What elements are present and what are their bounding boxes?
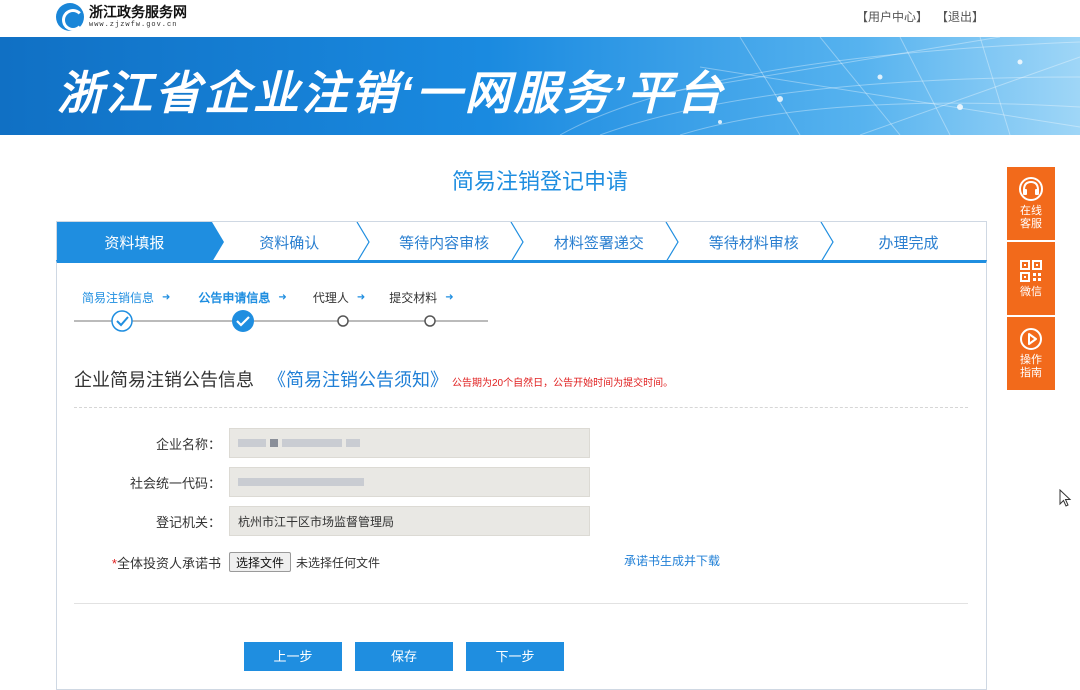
substep-label: 提交材料 (389, 291, 438, 305)
substep-item: 提交材料 ➜ (389, 289, 461, 306)
credit-code-label: 社会统一代码： (129, 475, 221, 491)
prev-button[interactable]: 上一步 (244, 642, 342, 671)
arrow-icon: ➜ (356, 292, 366, 303)
step-label: 等待材料审核 (708, 234, 799, 252)
step-label: 材料签署递交 (553, 234, 644, 252)
play-icon (1020, 328, 1042, 350)
generate-download-link[interactable]: 承诺书生成并下载 (624, 552, 720, 569)
substep-item: 简易注销信息 ➜ (82, 289, 178, 306)
headset-icon (1019, 177, 1043, 201)
step-label: 等待内容审核 (399, 234, 490, 252)
notice-link[interactable]: 《简易注销公告须知》 (268, 366, 448, 392)
substep-label: 代理人 (312, 291, 349, 305)
site-logo[interactable]: 浙江政务服务网 www.zjzwfw.gov.cn (56, 3, 187, 31)
substep-label: 公告申请信息 (198, 291, 271, 305)
sub-steps: 简易注销信息 ➜ 公告申请信息 ➜ 代理人 ➜ 提交材料 ➜ (82, 289, 462, 306)
substep-label: 简易注销信息 (82, 291, 155, 305)
page-title: 简易注销登记申请 (451, 169, 628, 194)
step-chevron-icon (820, 222, 834, 262)
wechat-button[interactable]: 微信 (1007, 242, 1055, 315)
step-chevron-icon (665, 222, 680, 262)
step-tab: 等待材料审核 (676, 222, 834, 262)
step-tab: 资料填报 (57, 222, 224, 262)
step-label: 资料确认 (259, 234, 320, 252)
arrow-icon: ➜ (278, 292, 287, 303)
substep-pending-icon (337, 315, 349, 327)
save-button[interactable]: 保存 (355, 642, 453, 671)
next-button[interactable]: 下一步 (466, 642, 564, 671)
substep-item: 公告申请信息 ➜ (198, 289, 294, 306)
credit-code-field (229, 467, 590, 497)
arrow-icon: ➜ (162, 292, 171, 303)
banner: 浙江省企业注销‘一网服务’平台 (0, 37, 1080, 135)
logo-url: www.zjzwfw.gov.cn (89, 20, 178, 29)
substep-pending-icon (424, 315, 436, 327)
step-chevron-icon (356, 222, 370, 262)
notice-text: 公告期为20个自然日，公告开始时间为提交时间。 (452, 378, 674, 389)
wechat-label: 微信 (1020, 285, 1042, 298)
logout-link[interactable]: 【退出】 (942, 10, 984, 24)
step-tab: 资料确认 (211, 222, 370, 262)
authority-label: 登记机关： (155, 514, 221, 530)
online-service-label: 在线 客服 (1020, 205, 1042, 230)
mouse-cursor-icon (1059, 489, 1072, 507)
step-tab: 材料签署递交 (521, 222, 680, 262)
banner-title: 浙江省企业注销‘一网服务’平台 (57, 67, 726, 119)
qr-code-icon (1020, 259, 1042, 282)
progress-steps: 资料填报 资料确认 等待内容审核 材料签署递交 等待材料审核 办理完成 (56, 221, 987, 262)
substep-current-icon (232, 310, 254, 332)
substep-item: 代理人 ➜ (313, 289, 373, 306)
arrow-icon: ➜ (445, 292, 454, 303)
substep-done-icon (111, 310, 133, 332)
sub-steps-track (74, 310, 488, 332)
online-service-button[interactable]: 在线 客服 (1007, 167, 1055, 240)
file-status: 未选择任何文件 (296, 555, 381, 570)
floating-sidebar: 在线 客服 微信 操作 指南 (1007, 167, 1055, 392)
authority-field: 杭州市江干区市场监督管理局 (229, 506, 590, 536)
top-bar: 浙江政务服务网 www.zjzwfw.gov.cn 【用户中心】 【退出】 (0, 0, 1080, 37)
credit-code-row: 社会统一代码： (74, 467, 974, 497)
step-label: 资料填报 (104, 234, 165, 252)
step-chevron-icon (510, 222, 525, 262)
logo-title: 浙江政务服务网 (89, 4, 187, 21)
section-title: 企业简易注销公告信息 (74, 370, 254, 390)
divider (74, 407, 968, 408)
company-name-row: 企业名称： (74, 428, 974, 458)
step-tab: 等待内容审核 (366, 222, 525, 262)
step-tab: 办理完成 (831, 222, 986, 262)
choose-file-button[interactable]: 选择文件 (229, 552, 292, 572)
commitment-label: *全体投资人承诺书 (111, 555, 221, 571)
step-chevron-icon (199, 222, 224, 262)
user-center-link[interactable]: 【用户中心】 (856, 10, 928, 24)
step-label: 办理完成 (878, 234, 939, 252)
authority-row: 登记机关： 杭州市江干区市场监督管理局 (74, 506, 974, 536)
divider (74, 603, 968, 604)
commitment-row: *全体投资人承诺书 选择文件 未选择任何文件 (74, 547, 974, 577)
guide-button[interactable]: 操作 指南 (1007, 317, 1055, 390)
company-name-field (229, 428, 590, 458)
logo-icon (56, 3, 84, 31)
company-name-label: 企业名称： (155, 436, 221, 452)
guide-label: 操作 指南 (1020, 354, 1042, 379)
